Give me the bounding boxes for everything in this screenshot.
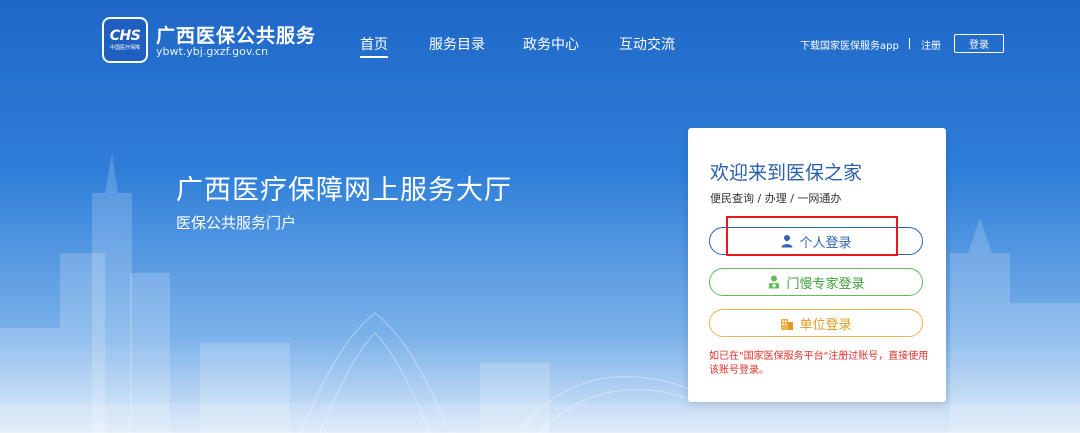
hero-title: 广西医疗保障网上服务大厅 [176,175,512,206]
nav-government-center[interactable]: 政务中心 [523,34,579,54]
download-app-link[interactable]: 下载国家医保服务app [800,37,899,52]
chs-logo[interactable]: CHS 中国医疗保障 [102,17,148,63]
expert-login-label: 门慢专家登录 [786,276,865,292]
register-link[interactable]: 注册 [921,37,941,52]
logo-subtext: 中国医疗保障 [109,44,140,51]
card-subtitle: 便民查询 / 办理 / 一网通办 [710,192,842,205]
login-card: 欢迎来到医保之家 便民查询 / 办理 / 一网通办 个人登录 门慢专家登录 单位… [688,128,946,402]
doctor-icon [769,275,780,289]
header-login-button[interactable]: 登录 [954,34,1004,53]
login-note: 如已在"国家医保服务平台"注册过账号，直接使用该账号登录。 [709,351,929,376]
site-name: 广西医保公共服务 [156,25,317,47]
header-divider [909,38,910,49]
logo-text: CHS [109,27,141,44]
building-icon [781,319,794,330]
highlight-box [726,216,898,256]
nav-service-catalog[interactable]: 服务目录 [429,34,485,54]
site-domain: ybwt.ybj.gxzf.gov.cn [156,45,269,58]
unit-login-label: 单位登录 [799,317,852,333]
nav-interaction[interactable]: 互动交流 [619,34,675,54]
nav-home[interactable]: 首页 [360,34,388,58]
card-title: 欢迎来到医保之家 [710,162,863,184]
unit-login-button[interactable]: 单位登录 [709,309,923,337]
page-background: CHS 中国医疗保障 广西医保公共服务 ybwt.ybj.gxzf.gov.cn… [0,0,1080,433]
expert-login-button[interactable]: 门慢专家登录 [709,268,923,296]
hero-subtitle: 医保公共服务门户 [176,214,297,232]
